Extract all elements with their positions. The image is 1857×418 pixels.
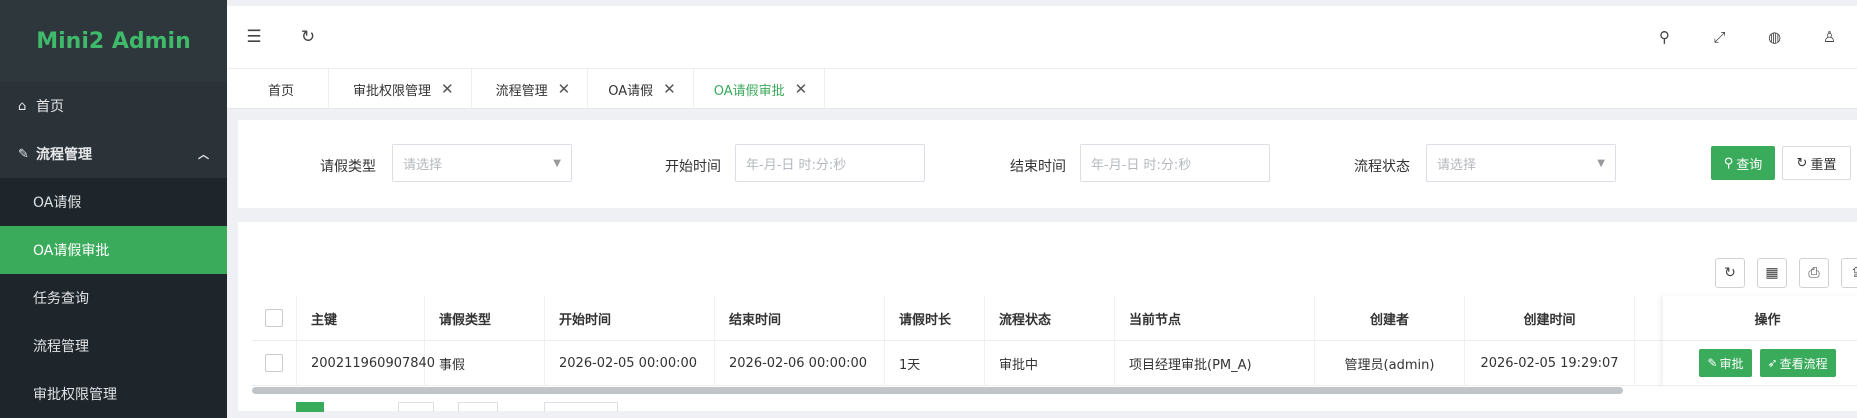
cell-current-node: 项目经理审批(PM_A): [1115, 341, 1315, 385]
select-all-checkbox[interactable]: [265, 309, 283, 327]
column-header: 操作: [1754, 312, 1781, 328]
sidebar-item-oa-leave-approval[interactable]: OA请假审批: [0, 226, 227, 274]
tab-oa-leave[interactable]: OA请假 ✕: [588, 69, 694, 109]
edit-icon: ✎: [1707, 356, 1718, 370]
column-header[interactable]: 主键: [297, 296, 425, 340]
view-process-button[interactable]: ➶ 查看流程: [1759, 349, 1836, 377]
tab-bar: 首页 审批权限管理 ✕ 流程管理 ✕ OA请假 ✕ OA请假审批 ✕: [227, 69, 1857, 109]
status-select[interactable]: 请选择 ▼: [1426, 144, 1616, 182]
cell-start-time: 2026-02-05 00:00:00: [545, 341, 715, 385]
data-table: 主键 请假类型 开始时间 结束时间 请假时长 流程状态 当前节点 创建者 创建时…: [252, 296, 1857, 386]
tab-approval-permission[interactable]: 审批权限管理 ✕: [329, 69, 472, 109]
globe-icon[interactable]: ◍: [1747, 28, 1802, 46]
horizontal-scrollbar[interactable]: [252, 387, 1623, 394]
column-header[interactable]: 创建时间: [1465, 296, 1635, 340]
button-label: 查看流程: [1779, 356, 1828, 371]
column-header[interactable]: 结束时间: [715, 296, 885, 340]
operation-header-row: 操作: [1663, 296, 1857, 341]
leave-type-select[interactable]: 请选择 ▼: [392, 144, 572, 182]
cell-end-time: 2026-02-06 00:00:00: [715, 341, 885, 385]
cell-duration: 1天: [885, 341, 985, 385]
cell-status: 审批中: [985, 341, 1115, 385]
close-icon[interactable]: ✕: [663, 80, 676, 98]
tab-label: OA请假: [608, 83, 654, 99]
sidebar: Mini2 Admin ⌂ 首页 ✎ 流程管理 ︿ OA请假 OA请假审批 任务…: [0, 0, 227, 418]
brand-logo: Mini2 Admin: [0, 0, 227, 82]
chevron-down-icon: ▼: [553, 157, 561, 169]
export-icon[interactable]: ⇪: [1841, 258, 1857, 288]
end-time-input[interactable]: 年-月-日 时:分:秒: [1080, 144, 1270, 182]
table-toolbar: ↻ ▦ ⎙ ⇪: [1715, 258, 1857, 288]
close-icon[interactable]: ✕: [558, 80, 571, 98]
column-header[interactable]: 当前节点: [1115, 296, 1315, 340]
sidebar-item-oa-leave[interactable]: OA请假: [0, 178, 227, 226]
sidebar-item-task-query[interactable]: 任务查询: [0, 274, 227, 322]
row-select-cell: [252, 341, 297, 385]
select-placeholder: 请选择: [403, 157, 443, 173]
column-header[interactable]: 流程状态: [985, 296, 1115, 340]
tab-label: 流程管理: [495, 83, 548, 99]
table-header-row: 主键 请假类型 开始时间 结束时间 请假时长 流程状态 当前节点 创建者 创建时…: [252, 296, 1857, 341]
cell-created-time: 2026-02-05 19:29:07: [1465, 341, 1635, 385]
edit-icon: ✎: [18, 146, 29, 162]
send-icon: ➶: [1767, 356, 1778, 370]
input-placeholder: 年-月-日 时:分:秒: [746, 157, 847, 173]
tab-label: 首页: [268, 83, 295, 99]
tab-process-manage[interactable]: 流程管理 ✕: [472, 69, 589, 109]
menu-fold-icon[interactable]: ☰: [227, 27, 281, 47]
search-icon: ⚲: [1723, 155, 1734, 171]
start-time-input[interactable]: 年-月-日 时:分:秒: [735, 144, 925, 182]
operation-column: 操作 ✎ 审批 ➶ 查看流程: [1663, 296, 1857, 386]
sidebar-item-process-manage[interactable]: 流程管理: [0, 322, 227, 370]
user-icon[interactable]: ♙: [1802, 28, 1857, 46]
column-header[interactable]: 请假时长: [885, 296, 985, 340]
cell-creator: 管理员(admin): [1315, 341, 1465, 385]
fullscreen-icon[interactable]: ⤢: [1692, 28, 1747, 46]
print-icon[interactable]: ⎙: [1799, 258, 1829, 288]
select-placeholder: 请选择: [1437, 157, 1477, 173]
cell-id: 200211960907840: [297, 341, 435, 385]
tab-label: 审批权限管理: [353, 83, 432, 99]
end-time-label: 结束时间: [1010, 159, 1066, 175]
sidebar-item-home[interactable]: ⌂ 首页: [0, 82, 227, 130]
tab-home[interactable]: 首页: [227, 69, 330, 109]
reset-button[interactable]: ↻ 重置: [1782, 146, 1851, 180]
refresh-icon: ↻: [1796, 155, 1808, 171]
columns-icon[interactable]: ▦: [1757, 258, 1787, 288]
search-form: 请假类型 请选择 ▼ 开始时间 年-月-日 时:分:秒 结束时间 年-月-日 时…: [238, 120, 1857, 208]
row-checkbox[interactable]: [265, 354, 283, 372]
button-label: 重置: [1810, 157, 1837, 173]
operation-row: ✎ 审批 ➶ 查看流程: [1663, 341, 1857, 386]
button-label: 审批: [1719, 356, 1744, 371]
sidebar-item-label: 首页: [36, 99, 64, 115]
home-icon: ⌂: [18, 98, 27, 114]
table-row[interactable]: 200211960907840 事假 2026-02-05 00:00:00 2…: [252, 341, 1857, 386]
tab-label: OA请假审批: [713, 83, 785, 99]
tab-oa-leave-approval[interactable]: OA请假审批 ✕: [694, 69, 826, 109]
query-button[interactable]: ⚲ 查询: [1711, 146, 1775, 180]
leave-type-label: 请假类型: [320, 159, 376, 175]
operation-cell: ✎ 审批 ➶ 查看流程: [1663, 341, 1857, 385]
column-header[interactable]: 创建者: [1315, 296, 1465, 340]
top-bar: ☰ ↻ ⚲ ⤢ ◍ ♙: [227, 6, 1857, 69]
start-time-label: 开始时间: [665, 159, 721, 175]
close-icon[interactable]: ✕: [441, 80, 454, 98]
status-label: 流程状态: [1354, 159, 1410, 175]
chevron-down-icon: ▼: [1597, 157, 1605, 169]
chevron-up-icon: ︿: [198, 148, 209, 161]
button-label: 查询: [1736, 157, 1763, 173]
refresh-icon[interactable]: ↻: [1715, 258, 1745, 288]
input-placeholder: 年-月-日 时:分:秒: [1091, 157, 1192, 173]
column-header[interactable]: 请假类型: [425, 296, 545, 340]
approve-button[interactable]: ✎ 审批: [1699, 349, 1752, 377]
refresh-icon[interactable]: ↻: [281, 27, 335, 47]
table-panel: ↻ ▦ ⎙ ⇪ 主键 请假类型 开始时间 结束时间 请假时长 流程状态 当前节点…: [238, 222, 1857, 412]
close-icon[interactable]: ✕: [795, 80, 808, 98]
sidebar-group-process[interactable]: ✎ 流程管理 ︿: [0, 130, 227, 178]
cell-leave-type: 事假: [425, 341, 545, 385]
sidebar-group-label: 流程管理: [36, 147, 92, 163]
search-icon[interactable]: ⚲: [1637, 28, 1692, 46]
column-header[interactable]: 开始时间: [545, 296, 715, 340]
select-all-cell: [252, 296, 297, 340]
